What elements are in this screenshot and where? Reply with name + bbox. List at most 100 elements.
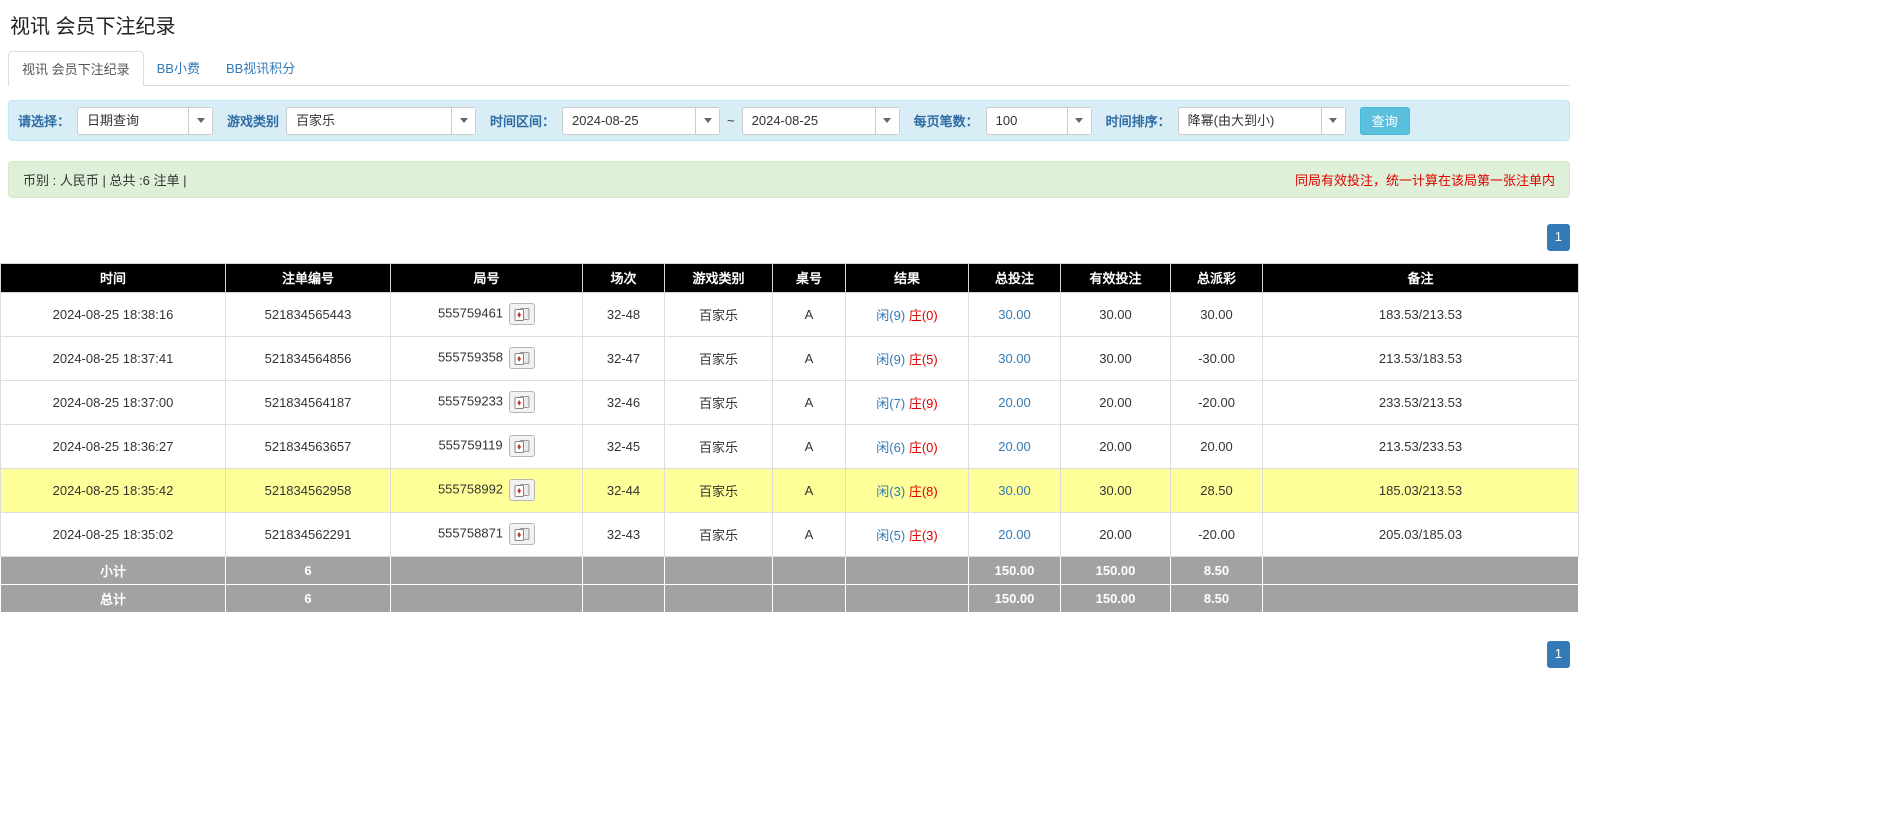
cell-table-no: A bbox=[773, 292, 846, 336]
date-from-value: 2024-08-25 bbox=[563, 108, 695, 134]
header-remark: 备注 bbox=[1263, 263, 1579, 292]
cell-payout: -20.00 bbox=[1171, 512, 1263, 556]
cell-remark: 183.53/213.53 bbox=[1263, 292, 1579, 336]
cell-session: 32-47 bbox=[583, 336, 665, 380]
page-1-button[interactable]: 1 bbox=[1547, 224, 1570, 251]
cell-table-no: A bbox=[773, 424, 846, 468]
cell-payout: -30.00 bbox=[1171, 336, 1263, 380]
round-replay-button[interactable] bbox=[509, 479, 535, 501]
caret-shape bbox=[460, 118, 468, 123]
total-bet-link[interactable]: 20.00 bbox=[998, 439, 1031, 454]
cell-round-id: 555758871 bbox=[391, 512, 583, 556]
header-bet-id: 注单编号 bbox=[226, 263, 391, 292]
result-banker: 庄(5) bbox=[909, 352, 938, 367]
round-id-text: 555759358 bbox=[438, 350, 503, 365]
cell-session: 32-46 bbox=[583, 380, 665, 424]
sort-order-label: 时间排序： bbox=[1106, 111, 1171, 130]
cell-bet-id: 521834562958 bbox=[226, 468, 391, 512]
chevron-down-icon[interactable] bbox=[451, 108, 475, 134]
pagination-top: 1 bbox=[8, 224, 1570, 251]
chevron-down-icon[interactable] bbox=[695, 108, 719, 134]
date-range-label: 时间区间： bbox=[490, 111, 555, 130]
cell-bet-id: 521834564187 bbox=[226, 380, 391, 424]
chevron-down-icon[interactable] bbox=[1321, 108, 1345, 134]
chevron-down-icon[interactable] bbox=[188, 108, 212, 134]
caret-shape bbox=[1329, 118, 1337, 123]
page-size-value: 100 bbox=[987, 108, 1067, 134]
query-button[interactable]: 查询 bbox=[1360, 107, 1410, 135]
total-bet-link[interactable]: 20.00 bbox=[998, 395, 1031, 410]
cell-total-bet: 30.00 bbox=[969, 292, 1061, 336]
cell-result: 闲(5) 庄(3) bbox=[846, 512, 969, 556]
date-range-separator: ~ bbox=[727, 113, 735, 128]
round-replay-button[interactable] bbox=[509, 391, 535, 413]
cell-game-type: 百家乐 bbox=[665, 512, 773, 556]
round-replay-button[interactable] bbox=[509, 435, 535, 457]
sort-order-select[interactable]: 降幂(由大到小) bbox=[1178, 107, 1346, 135]
page-size-select[interactable]: 100 bbox=[986, 107, 1092, 135]
cell-round-id: 555759233 bbox=[391, 380, 583, 424]
result-player: 闲(6) bbox=[876, 440, 905, 455]
result-player: 闲(9) bbox=[876, 352, 905, 367]
chevron-down-icon[interactable] bbox=[875, 108, 899, 134]
cell-remark: 213.53/183.53 bbox=[1263, 336, 1579, 380]
header-table-no: 桌号 bbox=[773, 263, 846, 292]
tab-betting-records[interactable]: 视讯 会员下注纪录 bbox=[8, 51, 144, 86]
header-result: 结果 bbox=[846, 263, 969, 292]
table-row: 2024-08-25 18:37:00 521834564187 5557592… bbox=[1, 380, 1579, 424]
cell-payout: 20.00 bbox=[1171, 424, 1263, 468]
total-payout: 8.50 bbox=[1171, 584, 1263, 612]
date-to-input[interactable]: 2024-08-25 bbox=[742, 107, 900, 135]
total-bet-link[interactable]: 30.00 bbox=[998, 351, 1031, 366]
game-type-select[interactable]: 百家乐 bbox=[286, 107, 476, 135]
table-row: 2024-08-25 18:35:02 521834562291 5557588… bbox=[1, 512, 1579, 556]
cell-time: 2024-08-25 18:35:02 bbox=[1, 512, 226, 556]
result-banker: 庄(8) bbox=[909, 484, 938, 499]
cell-bet-id: 521834564856 bbox=[226, 336, 391, 380]
cell-table-no: A bbox=[773, 380, 846, 424]
cell-valid-bet: 20.00 bbox=[1061, 380, 1171, 424]
tab-bar: 视讯 会员下注纪录 BB小费 BB视讯积分 bbox=[8, 51, 1570, 86]
result-banker: 庄(9) bbox=[909, 396, 938, 411]
round-replay-button[interactable] bbox=[509, 523, 535, 545]
round-id-text: 555758992 bbox=[438, 482, 503, 497]
table-body: 2024-08-25 18:38:16 521834565443 5557594… bbox=[1, 292, 1579, 556]
cell-table-no: A bbox=[773, 512, 846, 556]
total-label: 总计 bbox=[1, 584, 226, 612]
cell-valid-bet: 30.00 bbox=[1061, 468, 1171, 512]
cell-table-no: A bbox=[773, 468, 846, 512]
chevron-down-icon[interactable] bbox=[1067, 108, 1091, 134]
cell-remark: 233.53/213.53 bbox=[1263, 380, 1579, 424]
result-player: 闲(9) bbox=[876, 308, 905, 323]
cell-payout: 30.00 bbox=[1171, 292, 1263, 336]
cell-session: 32-45 bbox=[583, 424, 665, 468]
cell-time: 2024-08-25 18:37:41 bbox=[1, 336, 226, 380]
total-bet-link[interactable]: 30.00 bbox=[998, 307, 1031, 322]
round-replay-button[interactable] bbox=[509, 347, 535, 369]
cell-valid-bet: 20.00 bbox=[1061, 424, 1171, 468]
pagination-bottom: 1 bbox=[8, 641, 1570, 668]
header-total-bet: 总投注 bbox=[969, 263, 1061, 292]
page-container: 视讯 会员下注纪录 视讯 会员下注纪录 BB小费 BB视讯积分 请选择： 日期查… bbox=[0, 10, 1578, 668]
sort-order-value: 降幂(由大到小) bbox=[1179, 108, 1321, 134]
round-replay-button[interactable] bbox=[509, 303, 535, 325]
query-type-label: 请选择： bbox=[18, 111, 70, 130]
cell-valid-bet: 30.00 bbox=[1061, 292, 1171, 336]
total-bet-link[interactable]: 20.00 bbox=[998, 527, 1031, 542]
cell-time: 2024-08-25 18:38:16 bbox=[1, 292, 226, 336]
round-id-text: 555759233 bbox=[438, 394, 503, 409]
cell-round-id: 555759119 bbox=[391, 424, 583, 468]
date-to-value: 2024-08-25 bbox=[743, 108, 875, 134]
tab-bb-video-points[interactable]: BB视讯积分 bbox=[213, 51, 308, 86]
cell-table-no: A bbox=[773, 336, 846, 380]
total-bet-link[interactable]: 30.00 bbox=[998, 483, 1031, 498]
subtotal-valid-bet: 150.00 bbox=[1061, 556, 1171, 584]
cell-total-bet: 20.00 bbox=[969, 424, 1061, 468]
caret-shape bbox=[883, 118, 891, 123]
info-bar: 币别 : 人民币 | 总共 :6 注单 | 同局有效投注，统一计算在该局第一张注… bbox=[8, 161, 1570, 198]
page-1-button[interactable]: 1 bbox=[1547, 641, 1570, 668]
date-from-input[interactable]: 2024-08-25 bbox=[562, 107, 720, 135]
tab-bb-tips[interactable]: BB小费 bbox=[144, 51, 213, 86]
subtotal-row: 小计 6 150.00 150.00 8.50 bbox=[1, 556, 1579, 584]
query-type-select[interactable]: 日期查询 bbox=[77, 107, 213, 135]
